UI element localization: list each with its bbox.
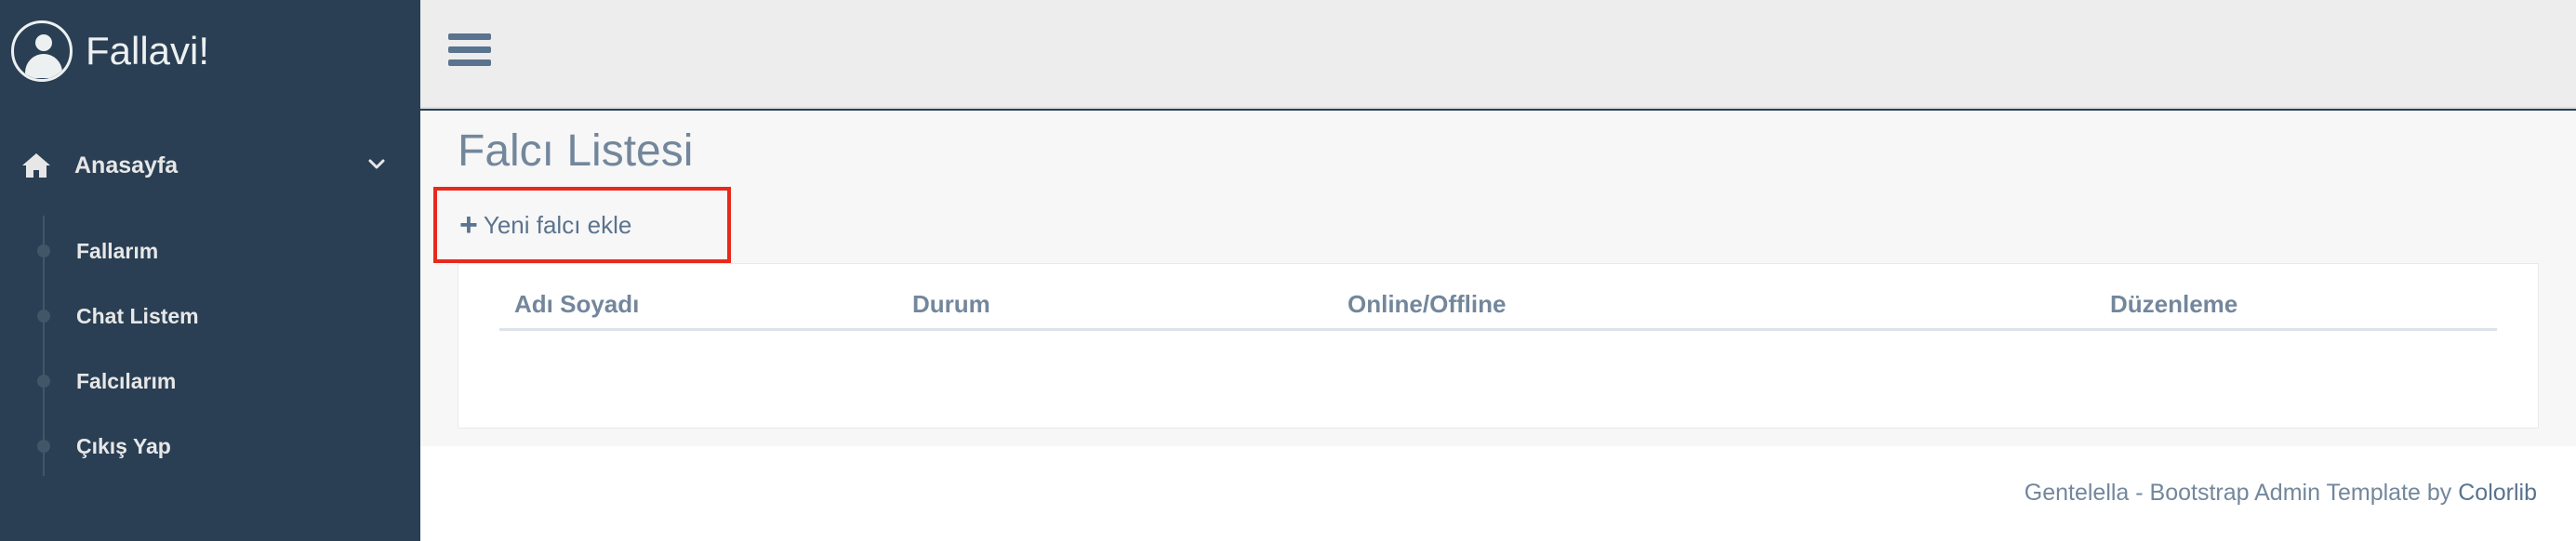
menu-toggle-icon[interactable] — [448, 33, 491, 73]
column-header-edit: Düzenleme — [2110, 290, 2238, 318]
bullet-dot-icon — [37, 375, 50, 388]
brand[interactable]: Fallavi! — [11, 19, 209, 84]
sidebar-item-label: Chat Listem — [76, 303, 199, 328]
table-header: Adı Soyadı Durum Online/Offline Düzenlem… — [499, 290, 2497, 331]
footer-credit: Gentelella - Bootstrap Admin Template by — [2024, 480, 2459, 506]
bullet-dot-icon — [37, 244, 50, 257]
home-icon — [20, 152, 52, 179]
bullet-dot-icon — [37, 440, 50, 453]
sidebar: Fallavi! Anasayfa Fallarım Chat Listem F… — [0, 0, 420, 541]
sidebar-item-fallarim[interactable]: Fallarım — [0, 232, 420, 270]
bullet-dot-icon — [37, 310, 50, 323]
user-avatar-icon — [11, 20, 73, 82]
footer: Gentelella - Bootstrap Admin Template by… — [420, 446, 2576, 541]
colorlib-link[interactable]: Colorlib — [2458, 480, 2537, 506]
column-header-status: Durum — [912, 290, 990, 318]
table-panel: Adı Soyadı Durum Online/Offline Düzenlem… — [458, 263, 2539, 429]
sidebar-item-label: Falcılarım — [76, 368, 177, 393]
add-fortune-teller-button[interactable]: + Yeni falcı ekle — [433, 187, 731, 263]
main-content: Falcı Listesi + Yeni falcı ekle Adı Soya… — [420, 111, 2576, 446]
sidebar-item-falcilarim[interactable]: Falcılarım — [0, 363, 420, 400]
add-button-label: Yeni falcı ekle — [483, 210, 632, 239]
plus-icon: + — [459, 207, 478, 243]
sidebar-item-label: Anasayfa — [74, 152, 179, 178]
footer-text: Gentelella - Bootstrap Admin Template by… — [2025, 480, 2537, 507]
column-header-online: Online/Offline — [1348, 290, 1507, 318]
brand-name[interactable]: Fallavi! — [86, 29, 209, 73]
column-header-name: Adı Soyadı — [514, 290, 640, 318]
sidebar-item-label: Çıkış Yap — [76, 433, 171, 458]
sidebar-item-anasayfa[interactable]: Anasayfa — [20, 141, 392, 190]
sidebar-item-cikis-yap[interactable]: Çıkış Yap — [0, 428, 420, 465]
chevron-down-icon[interactable] — [366, 154, 387, 175]
sidebar-item-chat-listem[interactable]: Chat Listem — [0, 297, 420, 335]
sidebar-item-label: Fallarım — [76, 238, 159, 263]
page-title: Falcı Listesi — [458, 126, 694, 176]
top-navbar — [420, 0, 2576, 109]
